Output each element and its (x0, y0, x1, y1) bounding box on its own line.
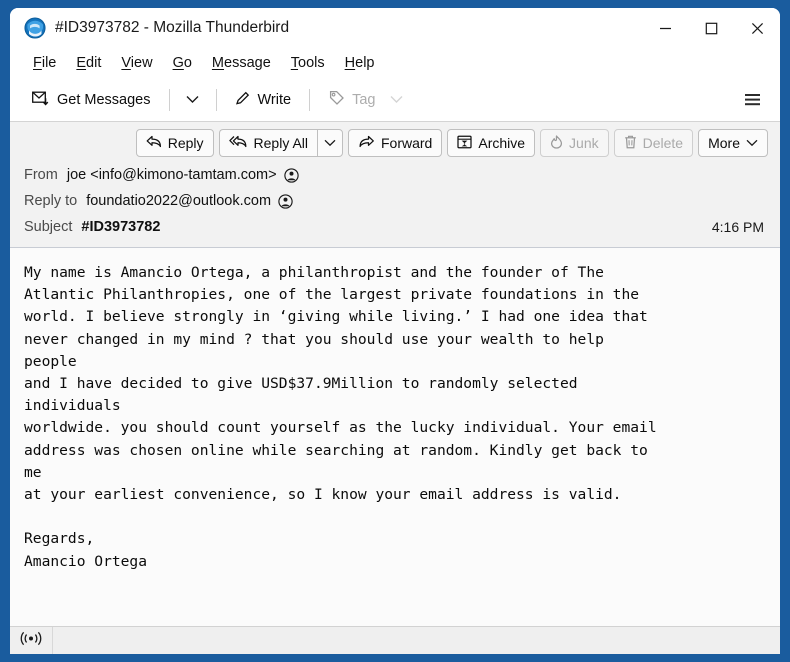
reply-label: Reply (167, 135, 204, 151)
pencil-icon (235, 90, 251, 110)
header-row-reply-to: Reply to foundatio2022@outlook.com (10, 188, 780, 214)
reply-to-label: Reply to (24, 193, 78, 209)
menu-item-tools[interactable]: Tools (282, 52, 334, 74)
forward-arrow-icon (358, 135, 375, 151)
window-controls (642, 8, 780, 48)
envelope-download-icon (32, 90, 50, 110)
message-pane: Reply Reply All Forward Archive Junk Del… (10, 122, 780, 626)
more-button[interactable]: More (698, 129, 768, 157)
menu-item-file[interactable]: File (24, 52, 65, 74)
tag-chevron-down-icon[interactable] (390, 95, 403, 104)
archive-label: Archive (478, 135, 526, 151)
status-bar (10, 626, 780, 654)
archive-button[interactable]: Archive (447, 129, 536, 157)
toolbar-divider-3 (309, 88, 311, 111)
menu-item-view[interactable]: View (112, 52, 161, 74)
toolbar-divider-2 (215, 88, 217, 111)
from-label: From (24, 167, 58, 183)
reply-all-label: Reply All (253, 135, 308, 151)
junk-label: Junk (569, 135, 599, 151)
reply-all-group: Reply All (218, 129, 343, 157)
get-messages-label: Get Messages (57, 91, 151, 108)
reply-all-arrow-icon (228, 135, 248, 151)
header-row-from: From joe <info@kimono-tamtam.com> (10, 162, 780, 188)
get-messages-button[interactable]: Get Messages (24, 85, 159, 115)
subject-label: Subject (24, 219, 73, 235)
menu-item-message[interactable]: Message (203, 52, 280, 74)
write-button[interactable]: Write (227, 85, 300, 115)
write-label: Write (257, 91, 292, 108)
forward-button[interactable]: Forward (348, 129, 443, 157)
message-header-block: Reply Reply All Forward Archive Junk Del… (10, 122, 780, 248)
maximize-icon[interactable] (688, 8, 734, 48)
tag-label: Tag (352, 91, 376, 108)
junk-button[interactable]: Junk (540, 129, 609, 157)
reply-to-value[interactable]: foundatio2022@outlook.com (86, 193, 271, 209)
menu-bar: File Edit View Go Message Tools Help (10, 48, 780, 78)
contact-person-icon[interactable] (283, 167, 299, 183)
main-toolbar: Get Messages Write Tag (10, 78, 780, 122)
thunderbird-logo-icon (24, 17, 46, 39)
message-date: 4:16 PM (711, 219, 764, 235)
hamburger-menu-icon[interactable] (736, 85, 768, 115)
broadcast-signal-icon[interactable] (20, 631, 42, 651)
trash-icon (624, 135, 637, 152)
message-body-text[interactable]: My name is Amancio Ortega, a philanthrop… (10, 248, 780, 626)
menu-item-go[interactable]: Go (164, 52, 201, 74)
toolbar-divider-1 (168, 88, 170, 111)
subject-value: #ID3973782 (81, 219, 161, 235)
flame-icon (550, 134, 563, 152)
thunderbird-window: #ID3973782 - Mozilla Thunderbird File Ed… (10, 8, 780, 654)
tag-icon (328, 90, 345, 110)
menu-item-edit[interactable]: Edit (67, 52, 110, 74)
from-value[interactable]: joe <info@kimono-tamtam.com> (67, 167, 277, 183)
reply-button[interactable]: Reply (135, 129, 214, 157)
delete-label: Delete (642, 135, 684, 151)
title-bar: #ID3973782 - Mozilla Thunderbird (10, 8, 780, 48)
minimize-icon[interactable] (642, 8, 688, 48)
reply-all-button[interactable]: Reply All (218, 129, 317, 157)
reply-arrow-icon (146, 135, 162, 151)
status-divider (52, 626, 53, 654)
header-row-subject: Subject #ID3973782 4:16 PM (10, 214, 780, 240)
menu-item-help[interactable]: Help (336, 52, 384, 74)
more-chevron-down-icon (746, 139, 758, 147)
get-messages-chevron-down-icon[interactable] (180, 85, 206, 115)
delete-button[interactable]: Delete (613, 129, 694, 157)
forward-label: Forward (381, 135, 433, 151)
tag-button[interactable]: Tag (320, 85, 411, 115)
window-title: #ID3973782 - Mozilla Thunderbird (55, 19, 290, 36)
contact-person-icon[interactable] (278, 193, 293, 209)
archive-box-icon (457, 135, 472, 152)
close-icon[interactable] (734, 8, 780, 48)
reply-all-chevron-down-icon[interactable] (317, 129, 343, 157)
message-action-toolbar: Reply Reply All Forward Archive Junk Del… (10, 128, 780, 162)
more-label: More (708, 135, 740, 151)
